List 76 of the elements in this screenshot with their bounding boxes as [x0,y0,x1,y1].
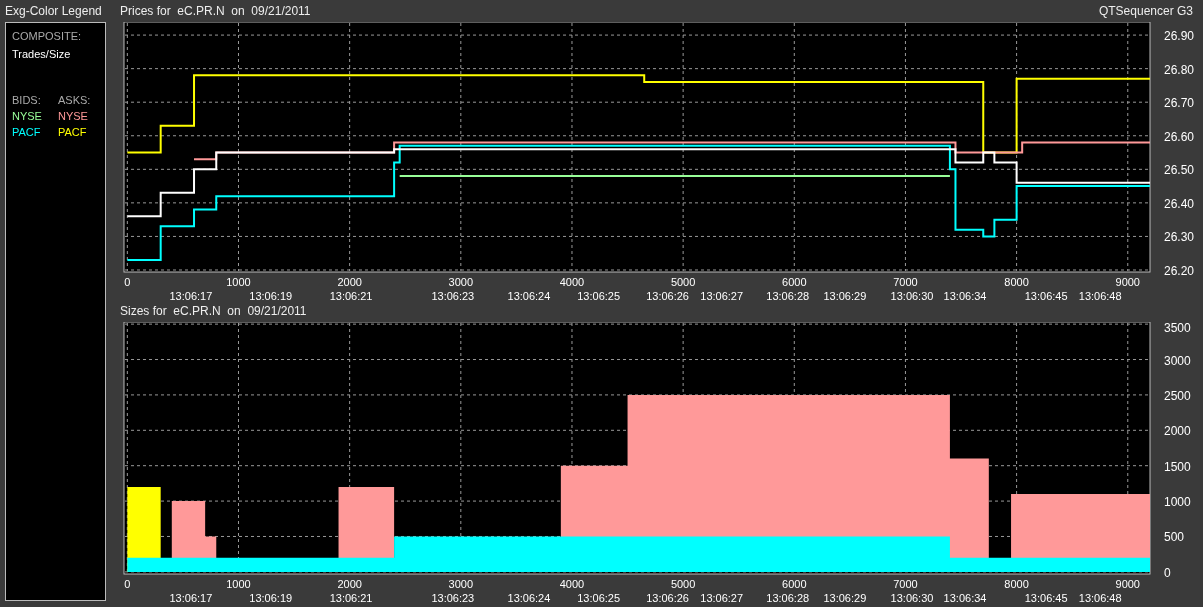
exchange-label: NYSE [58,109,89,123]
x-axis-label: 1000 [226,578,251,590]
exchange-label: PACF [58,125,88,139]
y-axis-label: 26.60 [1164,129,1195,144]
time-label: 13:06:45 [1024,592,1068,604]
time-label: 13:06:27 [700,290,744,302]
asks-label: ASKS: [58,93,92,107]
time-label: 13:06:17 [169,592,213,604]
time-label: 13:06:30 [890,290,934,302]
y-axis-label: 2000 [1164,424,1191,439]
y-axis-label: 26.20 [1164,264,1195,278]
y-axis-label: 1500 [1164,459,1191,474]
time-label: 13:06:17 [169,290,213,302]
exchange-label: NYSE [12,109,43,123]
x-axis-label: 9000 [1115,276,1140,288]
time-label: 13:06:28 [766,290,810,302]
y-axis-label: 0 [1164,565,1171,580]
x-axis-label: 3000 [448,578,474,590]
x-axis-label: 9000 [1115,578,1140,590]
y-axis-label: 26.30 [1164,230,1195,245]
exchange-label: PACF [12,125,42,139]
x-axis-label: 5000 [670,276,696,288]
time-label: 13:06:34 [943,592,987,604]
x-axis-label: 4000 [559,276,585,288]
app-name: QTSequencer G3 [1098,4,1193,18]
x-axis-label: 8000 [1004,578,1029,590]
time-label: 13:06:34 [943,290,987,302]
time-label: 13:06:30 [890,592,934,604]
x-axis-label: 8000 [1004,276,1029,288]
legend-title: Exg-Color Legend [5,4,103,18]
y-axis-label: 26.40 [1164,196,1195,211]
x-axis-label: 0 [124,276,131,288]
time-label: 13:06:48 [1078,592,1122,604]
x-axis-label: 7000 [893,578,918,590]
chart-title: Prices for eC.PR.N on 09/21/2011 [120,4,311,18]
composite-label: COMPOSITE: [12,29,83,43]
x-axis-label: 5000 [670,578,696,590]
x-axis-label: 0 [124,578,131,590]
time-label: 13:06:29 [823,290,867,302]
y-axis-label: 26.80 [1164,62,1195,77]
y-axis-label: 3000 [1164,353,1191,368]
time-label: 13:06:48 [1078,290,1122,302]
y-axis-label: 26.70 [1164,96,1195,111]
time-label: 13:06:27 [700,592,744,604]
x-axis-label: 6000 [782,276,807,288]
time-label: 13:06:28 [766,592,810,604]
time-label: 13:06:25 [577,290,621,302]
time-label: 13:06:45 [1024,290,1068,302]
bids-label: BIDS: [12,93,42,107]
time-label: 13:06:25 [577,592,621,604]
y-axis-label: 2500 [1164,388,1191,403]
time-label: 13:06:29 [823,592,867,604]
time-label: 13:06:23 [431,592,475,604]
x-axis-label: 3000 [448,276,474,288]
x-axis-label: 7000 [893,276,918,288]
x-axis-label: 6000 [782,578,807,590]
y-axis-label: 500 [1164,530,1185,545]
time-label: 13:06:24 [507,290,551,302]
x-axis-label: 2000 [337,578,362,590]
x-axis-label: 2000 [337,276,362,288]
time-label: 13:06:19 [249,592,293,604]
y-axis-label: 1000 [1164,495,1191,510]
y-axis-label: 3500 [1164,322,1191,335]
x-axis-label: 4000 [559,578,585,590]
y-axis-label: 26.90 [1164,29,1195,44]
time-label: 13:06:26 [646,290,689,302]
time-label: 13:06:21 [329,290,373,302]
x-axis-label: 1000 [226,276,251,288]
trades-size-label: Trades/Size [12,47,72,61]
time-label: 13:06:26 [646,592,689,604]
time-label: 13:06:23 [431,290,475,302]
time-label: 13:06:21 [329,592,373,604]
y-axis-label: 26.50 [1164,163,1195,178]
time-label: 13:06:19 [249,290,293,302]
time-label: 13:06:24 [507,592,551,604]
chart-title: Sizes for eC.PR.N on 09/21/2011 [120,304,307,318]
